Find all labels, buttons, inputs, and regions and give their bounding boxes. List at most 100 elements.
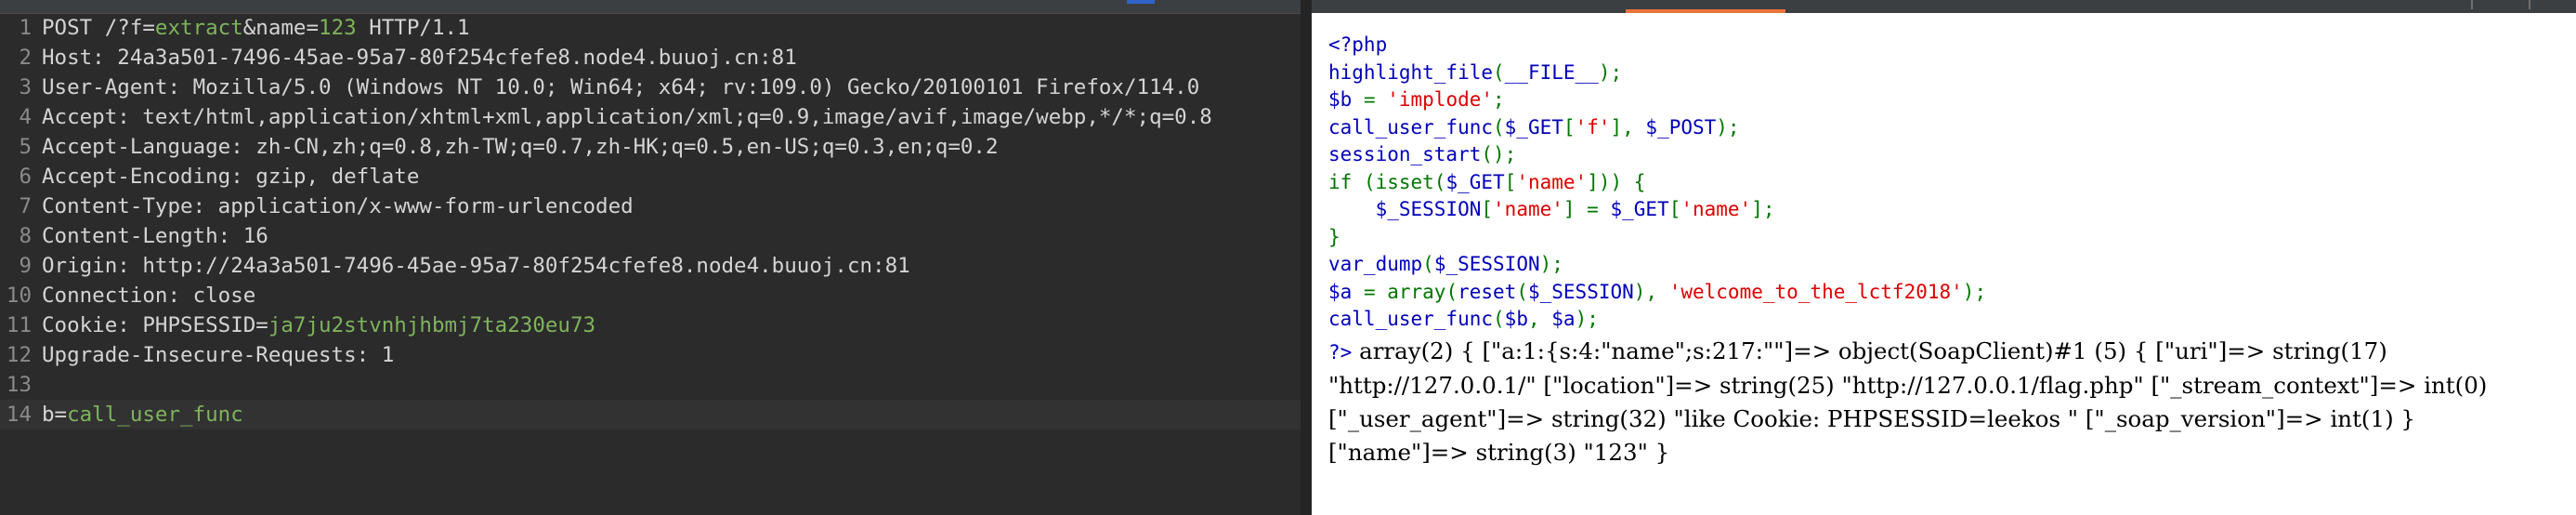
line-number: 3 <box>19 75 32 99</box>
token: close <box>192 284 256 308</box>
request-line[interactable]: 3 User-Agent: Mozilla/5.0 (Windows NT 10.… <box>0 73 1301 102</box>
active-tab-indicator[interactable] <box>1626 9 1785 13</box>
request-line[interactable]: 5 Accept-Language: zh-CN,zh;q=0.8,zh-TW;q… <box>0 132 1301 162</box>
request-line[interactable]: 11 Cookie: PHPSESSID=ja7ju2stvnhjhbmj7ta2… <box>0 310 1301 340</box>
token: gzip, deflate <box>255 165 420 189</box>
token: 'f' <box>1575 115 1611 139</box>
token: $b <box>1328 88 1364 111</box>
output-line: ["_user_agent"]=> string(32) "like Cooki… <box>1328 405 2416 432</box>
token: $b <box>1504 308 1528 330</box>
token: http://24a3a501-7496-45ae-95a7-80f254cfe… <box>142 254 910 278</box>
token: } <box>1328 225 1340 248</box>
source-line: highlight_file(__FILE__); <box>1328 59 1986 87</box>
token: call_user_func <box>1328 308 1494 330</box>
token: 'name' <box>1493 198 1563 220</box>
token: ); <box>1575 308 1599 330</box>
line-text[interactable]: POST /?f=extract&name=123 HTTP/1.1 <box>42 13 470 43</box>
token: 123 <box>319 16 357 40</box>
request-line[interactable]: 10 Connection: close <box>0 281 1301 310</box>
toolbar-button[interactable] <box>2529 0 2530 9</box>
request-line[interactable]: 2 Host: 24a3a501-7496-45ae-95a7-80f254cfe… <box>0 43 1301 73</box>
token: 1 <box>381 343 395 367</box>
request-editor-pane[interactable]: 1 POST /?f=extract&name=123 HTTP/1.1 2 Host… <box>0 0 1301 515</box>
token: ( <box>1422 253 1434 275</box>
line-text[interactable]: Origin: http://24a3a501-7496-45ae-95a7-8… <box>42 251 910 281</box>
token: ); <box>1539 253 1563 275</box>
source-line: } <box>1328 224 1986 252</box>
token: reset <box>1458 280 1517 303</box>
token: Connection: <box>42 284 193 308</box>
line-text[interactable]: User-Agent: Mozilla/5.0 (Windows NT 10.0… <box>42 73 1199 102</box>
token: highlight_file <box>1328 60 1494 84</box>
pane-divider[interactable] <box>1301 0 1312 515</box>
token: ( <box>1516 280 1528 303</box>
source-line: call_user_func($_GET['f'], $_POST); <box>1328 114 1986 142</box>
line-text[interactable]: b=call_user_func <box>42 400 1278 429</box>
token: <?php <box>1328 33 1388 56</box>
request-editor[interactable]: 1 POST /?f=extract&name=123 HTTP/1.1 2 Host… <box>0 13 1301 429</box>
token: 'name' <box>1516 170 1588 193</box>
token: 'welcome_to_the_lctf2018' <box>1668 280 1963 303</box>
token: Accept-Encoding: <box>42 165 256 189</box>
line-number: 14 <box>6 403 32 427</box>
request-line[interactable]: 8 Content-Length: 16 <box>0 221 1301 251</box>
token: array <box>1387 280 1446 303</box>
line-text[interactable]: Upgrade-Insecure-Requests: 1 <box>42 340 394 370</box>
request-line[interactable]: 9 Origin: http://24a3a501-7496-45ae-95a7-… <box>0 251 1301 281</box>
source-line: $b = 'implode'; <box>1328 86 1986 114</box>
source-line: <?php <box>1328 32 1986 59</box>
token: ])) { <box>1587 170 1646 193</box>
line-text[interactable]: Content-Type: application/x-www-form-url… <box>42 191 634 221</box>
token: application/x-www-form-urlencoded <box>217 194 634 218</box>
token: session_start <box>1328 143 1482 165</box>
php-close-tag: ?> <box>1328 341 1353 363</box>
line-text[interactable]: Cookie: PHPSESSID=ja7ju2stvnhjhbmj7ta230… <box>42 310 595 340</box>
token: = <box>1363 88 1388 111</box>
line-text[interactable]: Connection: close <box>42 281 255 310</box>
token: $_POST <box>1645 115 1717 139</box>
line-text[interactable]: Host: 24a3a501-7496-45ae-95a7-80f254cfef… <box>42 43 797 73</box>
var-dump-output: ?> array(2) { ["a:1:{s:4:"name";s:217:""… <box>1328 335 2569 469</box>
token: 24a3a501-7496-45ae-95a7-80f254cfefe8.nod… <box>117 46 797 70</box>
token: call_user_func <box>67 403 243 427</box>
line-text[interactable]: Accept: text/html,application/xhtml+xml,… <box>42 102 1212 132</box>
request-line[interactable]: 1 POST /?f=extract&name=123 HTTP/1.1 <box>0 13 1301 43</box>
request-line[interactable]: 12 Upgrade-Insecure-Requests: 1 <box>0 340 1301 370</box>
token: $_SESSION <box>1527 280 1634 303</box>
request-line[interactable]: 14 b=call_user_func <box>0 400 1301 429</box>
token: call_user_func <box>1328 115 1494 139</box>
toolbar-accent[interactable] <box>1127 0 1155 4</box>
line-text[interactable]: Content-Length: 16 <box>42 221 268 251</box>
line-text[interactable]: Accept-Encoding: gzip, deflate <box>42 162 419 191</box>
line-number: 11 <box>6 313 32 337</box>
token: , <box>1527 308 1552 330</box>
token: [ <box>1481 198 1494 220</box>
line-number: 10 <box>6 284 32 308</box>
token: Accept: <box>42 105 143 129</box>
line-number: 8 <box>19 224 32 248</box>
token: ); <box>1716 115 1740 139</box>
line-number: 9 <box>19 254 32 278</box>
token: ]; <box>1751 198 1775 220</box>
token: [ <box>1668 198 1681 220</box>
request-line[interactable]: 6 Accept-Encoding: gzip, deflate <box>0 162 1301 191</box>
token: 'name' <box>1680 198 1752 220</box>
request-line[interactable]: 4 Accept: text/html,application/xhtml+xml… <box>0 102 1301 132</box>
token: var_dump <box>1328 253 1423 275</box>
token: $a <box>1328 280 1364 303</box>
php-source-code: <?php highlight_file(__FILE__); $b = 'impl… <box>1328 32 1986 334</box>
token: Host: <box>42 46 118 70</box>
token: extract <box>154 16 243 40</box>
output-line: ?> array(2) { ["a:1:{s:4:"name";s:217:""… <box>1328 337 2387 364</box>
token: ( <box>1493 308 1505 330</box>
token: __FILE__ <box>1504 60 1599 84</box>
token: Mozilla/5.0 (Windows NT 10.0; Win64; x64… <box>192 75 1200 99</box>
token: = <box>255 313 268 337</box>
request-line[interactable]: 7 Content-Type: application/x-www-form-ur… <box>0 191 1301 221</box>
request-line[interactable]: 13 <box>0 370 1301 400</box>
token: (); <box>1481 143 1517 165</box>
token: [ <box>1563 115 1576 139</box>
line-text[interactable]: Accept-Language: zh-CN,zh;q=0.8,zh-TW;q=… <box>42 132 999 162</box>
token: $_GET <box>1610 198 1669 220</box>
toolbar-button[interactable] <box>2471 0 2473 9</box>
